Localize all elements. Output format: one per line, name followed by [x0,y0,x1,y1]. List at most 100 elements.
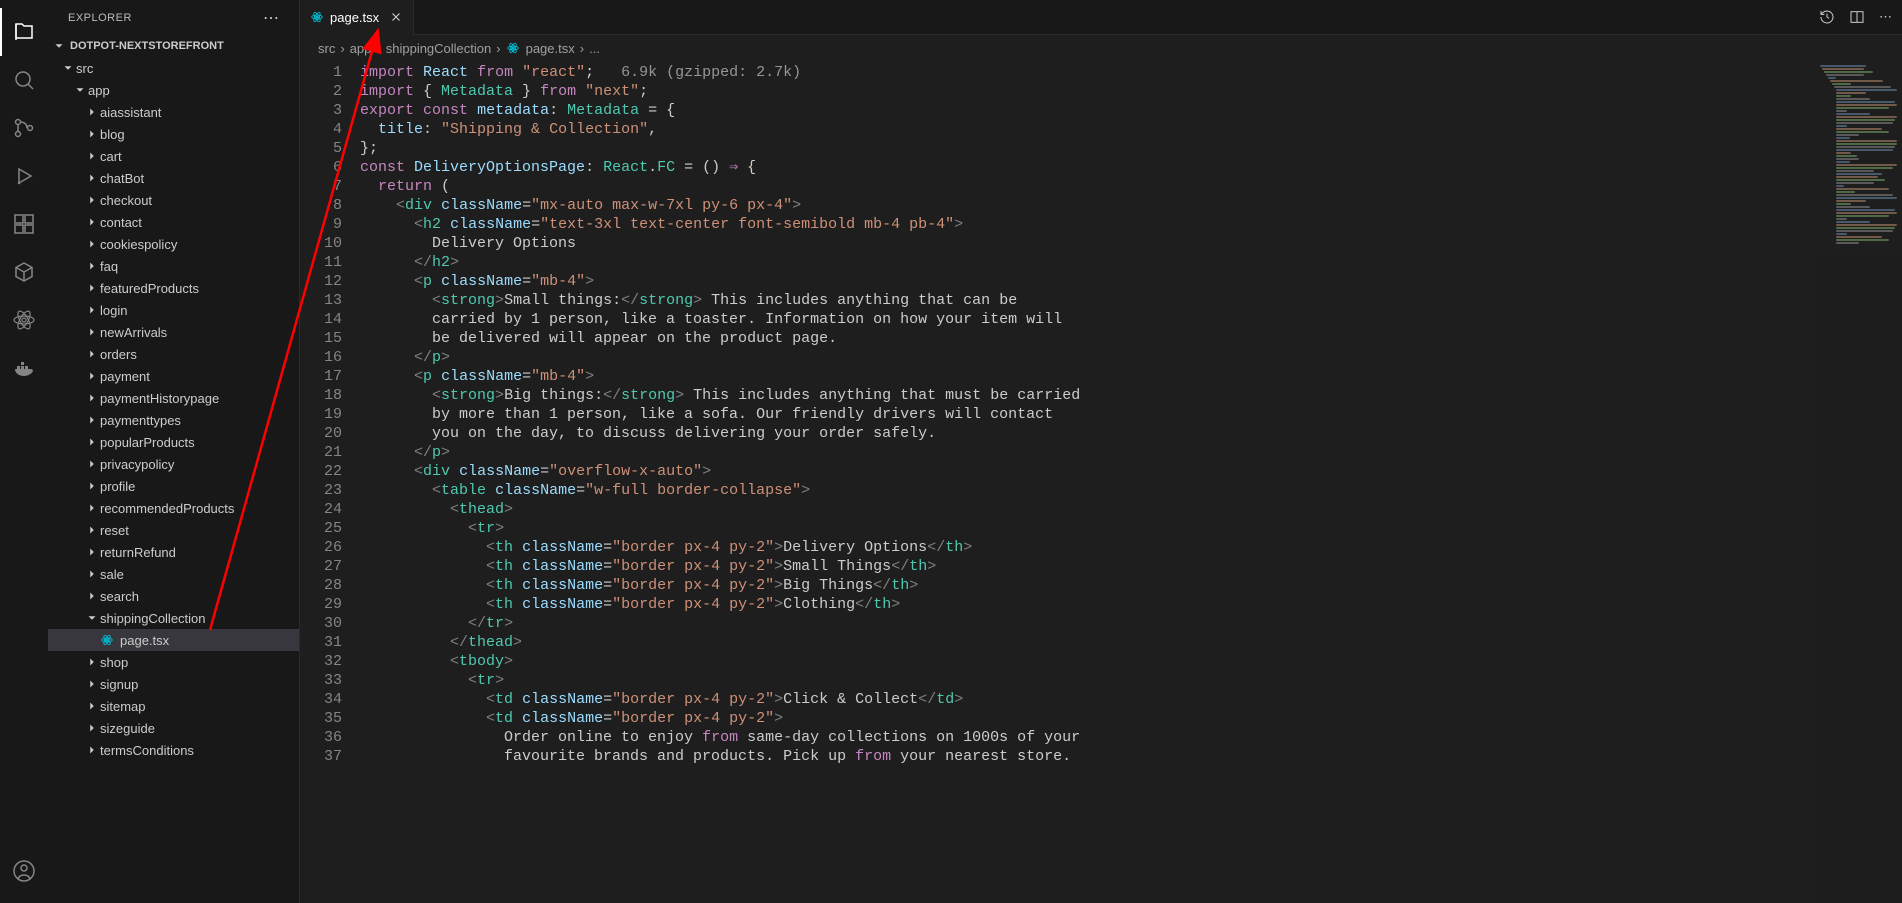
chevron-down-icon [84,611,100,625]
folder-reset[interactable]: reset [48,519,299,541]
chevron-right-icon [84,457,100,471]
code-content[interactable]: import React from "react"; 6.9k (gzipped… [360,61,1814,903]
chevron-right-icon [84,171,100,185]
react-file-icon [506,41,520,55]
folder-newArrivals[interactable]: newArrivals [48,321,299,343]
folder-aiassistant[interactable]: aiassistant [48,101,299,123]
chevron-right-icon [84,589,100,603]
chevron-right-icon [84,435,100,449]
editor-body[interactable]: 1234567891011121314151617181920212223242… [300,61,1902,903]
folder-checkout[interactable]: checkout [48,189,299,211]
folder-chatBot[interactable]: chatBot [48,167,299,189]
folder-paymentHistorypage[interactable]: paymentHistorypage [48,387,299,409]
folder-featuredProducts[interactable]: featuredProducts [48,277,299,299]
chevron-right-icon [84,523,100,537]
breadcrumb-item[interactable]: page.tsx [526,41,575,56]
chevron-right-icon [84,677,100,691]
chevron-down-icon [60,61,76,75]
activity-accounts[interactable] [0,847,48,895]
tab-label: page.tsx [330,10,379,25]
folder-termsConditions[interactable]: termsConditions [48,739,299,761]
chevron-right-icon [84,193,100,207]
sidebar-header: EXPLORER ⋯ [48,0,299,35]
folder-payment[interactable]: payment [48,365,299,387]
activity-search[interactable] [0,56,48,104]
chevron-right-icon: › [340,41,344,56]
chevron-right-icon [84,743,100,757]
folder-sale[interactable]: sale [48,563,299,585]
folder-signup[interactable]: signup [48,673,299,695]
activity-explorer[interactable] [0,8,48,56]
breadcrumb-item[interactable]: app [350,41,372,56]
breadcrumb-item[interactable]: shippingCollection [386,41,492,56]
sidebar-title: EXPLORER [68,12,132,24]
chevron-down-icon [52,39,66,53]
folder-shop[interactable]: shop [48,651,299,673]
sidebar-more-icon[interactable]: ⋯ [263,8,279,28]
react-file-icon [100,633,114,647]
folder-shippingCollection[interactable]: shippingCollection [48,607,299,629]
chevron-right-icon: › [580,41,584,56]
activity-react-icon[interactable] [0,296,48,344]
chevron-right-icon [84,325,100,339]
folder-privacypolicy[interactable]: privacypolicy [48,453,299,475]
folder-cart[interactable]: cart [48,145,299,167]
chevron-right-icon [84,567,100,581]
breadcrumb-item[interactable]: ... [589,41,600,56]
editor-area: page.tsx ⋯ src › app › shippingCollectio… [300,0,1902,903]
folder-login[interactable]: login [48,299,299,321]
file-tree: src app aiassistantblogcartchatBotchecko… [48,57,299,903]
folder-sitemap[interactable]: sitemap [48,695,299,717]
breadcrumbs[interactable]: src › app › shippingCollection › page.ts… [300,35,1902,61]
chevron-right-icon: › [496,41,500,56]
chevron-down-icon [72,83,88,97]
chevron-right-icon [84,215,100,229]
tab-bar: page.tsx ⋯ [300,0,1902,35]
tab-page-tsx[interactable]: page.tsx [300,0,414,35]
more-icon[interactable]: ⋯ [1879,9,1892,25]
folder-blog[interactable]: blog [48,123,299,145]
folder-contact[interactable]: contact [48,211,299,233]
chevron-right-icon [84,281,100,295]
breadcrumb-item[interactable]: src [318,41,335,56]
close-icon[interactable] [389,10,403,24]
folder-returnRefund[interactable]: returnRefund [48,541,299,563]
folder-search[interactable]: search [48,585,299,607]
chevron-right-icon [84,413,100,427]
chevron-right-icon [84,655,100,669]
split-editor-icon[interactable] [1849,9,1865,25]
explorer-sidebar: EXPLORER ⋯ DOTPOT-NEXTSTOREFRONT src app… [48,0,300,903]
folder-popularProducts[interactable]: popularProducts [48,431,299,453]
workspace-name: DOTPOT-NEXTSTOREFRONT [70,40,224,52]
folder-faq[interactable]: faq [48,255,299,277]
chevron-right-icon [84,149,100,163]
folder-orders[interactable]: orders [48,343,299,365]
folder-app[interactable]: app [48,79,299,101]
folder-paymenttypes[interactable]: paymenttypes [48,409,299,431]
chevron-right-icon: › [376,41,380,56]
folder-profile[interactable]: profile [48,475,299,497]
chevron-right-icon [84,127,100,141]
chevron-right-icon [84,721,100,735]
activity-cube[interactable] [0,248,48,296]
activity-run-debug[interactable] [0,152,48,200]
file-page-tsx[interactable]: page.tsx [48,629,299,651]
chevron-right-icon [84,303,100,317]
folder-sizeguide[interactable]: sizeguide [48,717,299,739]
react-file-icon [310,10,324,24]
workspace-header[interactable]: DOTPOT-NEXTSTOREFRONT [48,35,299,57]
activity-bar [0,0,48,903]
activity-source-control[interactable] [0,104,48,152]
line-gutter: 1234567891011121314151617181920212223242… [300,61,360,903]
activity-docker[interactable] [0,344,48,392]
folder-cookiespolicy[interactable]: cookiespolicy [48,233,299,255]
history-icon[interactable] [1819,9,1835,25]
chevron-right-icon [84,237,100,251]
chevron-right-icon [84,391,100,405]
chevron-right-icon [84,699,100,713]
chevron-right-icon [84,479,100,493]
folder-src[interactable]: src [48,57,299,79]
folder-recommendedProducts[interactable]: recommendedProducts [48,497,299,519]
activity-extensions[interactable] [0,200,48,248]
minimap[interactable] [1814,61,1902,903]
